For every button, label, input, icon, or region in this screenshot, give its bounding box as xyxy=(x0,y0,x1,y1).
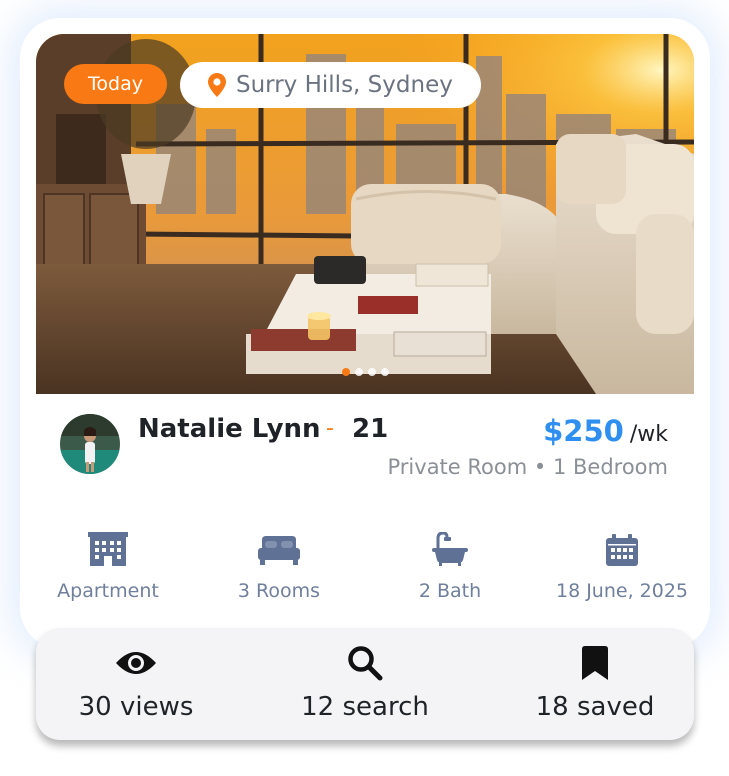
stat-saved-label: 18 saved xyxy=(535,692,655,722)
today-badge-label: Today xyxy=(88,73,143,95)
location-pin-icon xyxy=(208,73,226,97)
listing-stats-bar: 30 views 12 search 18 saved xyxy=(36,628,694,740)
price-amount: $250 xyxy=(543,414,624,448)
bedroom-count: 1 Bedroom xyxy=(552,455,668,479)
price: $250/wk xyxy=(543,414,668,448)
stat-views-label: 30 views xyxy=(78,692,194,722)
bookmark-icon xyxy=(582,646,608,680)
location-chip[interactable]: Surry Hills, Sydney xyxy=(180,62,481,108)
carousel-dot-2[interactable] xyxy=(355,368,363,376)
stat-search-label: 12 search xyxy=(301,692,429,722)
today-badge: Today xyxy=(64,64,167,104)
bathtub-icon xyxy=(432,532,468,566)
listing-photo[interactable]: Today Surry Hills, Sydney xyxy=(36,34,694,394)
feature-apartment-label: Apartment xyxy=(57,580,159,602)
host-photo-image xyxy=(60,414,120,474)
price-period: /wk xyxy=(629,422,668,447)
feature-date-label: 18 June, 2025 xyxy=(555,580,689,602)
eye-icon xyxy=(116,652,156,674)
calendar-icon xyxy=(606,534,638,566)
stat-views[interactable]: 30 views xyxy=(36,646,236,722)
carousel-dot-1[interactable] xyxy=(342,368,350,376)
host-avatar[interactable] xyxy=(60,414,120,474)
feature-rooms-label: 3 Rooms xyxy=(237,580,321,602)
stat-search[interactable]: 12 search xyxy=(265,646,465,722)
feature-apartment: Apartment xyxy=(36,532,190,602)
feature-bath: 2 Bath xyxy=(368,532,532,602)
summary-bullet: • xyxy=(533,455,547,479)
building-icon xyxy=(88,532,128,566)
bed-icon xyxy=(258,536,300,565)
carousel-dot-3[interactable] xyxy=(368,368,376,376)
feature-bath-label: 2 Bath xyxy=(418,580,482,602)
listing-page: Today Surry Hills, Sydney Natalie Lynn -… xyxy=(0,0,729,776)
feature-date: 18 June, 2025 xyxy=(540,532,694,602)
host-age: 21 xyxy=(352,414,389,444)
room-type: Private Room xyxy=(387,455,528,479)
carousel-dots[interactable] xyxy=(342,368,389,376)
feature-rooms: 3 Rooms xyxy=(197,532,361,602)
name-age-separator: - xyxy=(326,416,334,441)
listing-card[interactable]: Today Surry Hills, Sydney Natalie Lynn -… xyxy=(36,34,694,626)
search-icon xyxy=(348,646,383,681)
stat-saved[interactable]: 18 saved xyxy=(495,646,695,722)
location-label: Surry Hills, Sydney xyxy=(236,72,453,98)
carousel-dot-4[interactable] xyxy=(381,368,389,376)
host-name[interactable]: Natalie Lynn xyxy=(138,414,321,444)
room-summary: Private Room • 1 Bedroom xyxy=(388,455,669,479)
